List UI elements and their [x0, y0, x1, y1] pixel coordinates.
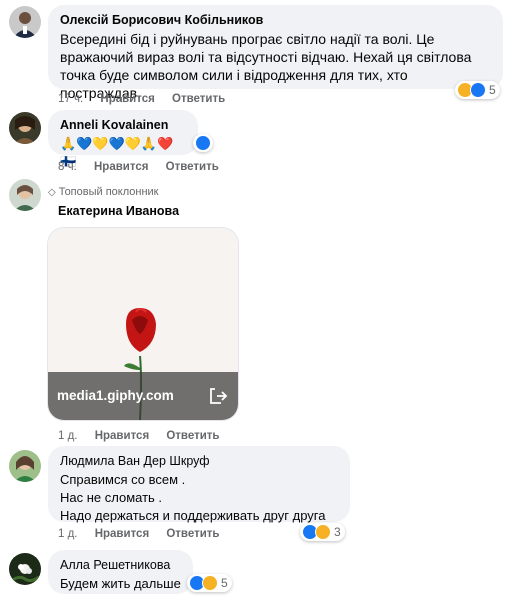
like-button[interactable]: Нравится	[95, 527, 149, 541]
reply-button[interactable]: Ответить	[166, 429, 219, 443]
like-button[interactable]: Нравится	[94, 160, 148, 174]
comment-bubble: Алла Решетникова Будем жить дальше	[48, 550, 193, 594]
like-button[interactable]: Нравится	[100, 92, 154, 106]
diamond-icon: ◇	[48, 187, 56, 198]
comment-time[interactable]: 1 д.	[58, 527, 78, 541]
like-reaction-icon	[195, 135, 211, 151]
care-reaction-icon	[202, 575, 218, 591]
reaction-summary[interactable]: 5	[187, 574, 232, 592]
comment-author[interactable]: Олексій Борисович Кобільников	[60, 12, 491, 28]
comment-actions: 17 ч. Нравится Ответить	[58, 92, 239, 106]
reaction-count: 3	[334, 525, 341, 539]
reaction-summary[interactable]: 3	[300, 523, 345, 541]
comment-text-line: Всередині бід і руйнувань програє світло…	[60, 31, 435, 47]
reaction-count: 5	[221, 576, 228, 590]
comment-bubble: Anneli Kovalainen 🙏💙💛💙💛🙏❤️🇫🇮	[48, 110, 198, 169]
reply-button[interactable]: Ответить	[172, 92, 225, 106]
comment-actions: 1 д. Нравится Ответить	[58, 527, 234, 541]
comment-time[interactable]: 17 ч.	[58, 92, 83, 106]
comment-text-line: вражаючий вираз волі та відсутності відч…	[60, 49, 472, 65]
comment-text-line: Нас не сломать .	[60, 490, 163, 505]
reaction-count: 5	[489, 83, 496, 97]
external-link-icon[interactable]	[206, 384, 230, 408]
reply-button[interactable]: Ответить	[166, 527, 219, 541]
gif-link-bar[interactable]: media1.giphy.com	[48, 372, 238, 420]
avatar[interactable]	[9, 6, 41, 38]
top-fan-badge: ◇ Топовый поклонник	[48, 186, 158, 198]
reaction-summary[interactable]: 5	[455, 81, 500, 99]
comment-time[interactable]: 8 ч.	[58, 160, 77, 174]
comment-author[interactable]: Алла Решетникова	[60, 557, 181, 573]
care-reaction-icon	[315, 524, 331, 540]
avatar[interactable]	[9, 553, 41, 585]
comment-bubble: Людмила Ван Дер Шкруф Справимся со всем …	[48, 446, 350, 523]
comment-text: Будем жить дальше	[60, 576, 181, 591]
gif-domain: media1.giphy.com	[57, 388, 174, 403]
gif-attachment[interactable]: media1.giphy.com	[48, 228, 238, 420]
comment-author[interactable]: Екатерина Иванова	[58, 203, 179, 219]
avatar[interactable]	[9, 179, 41, 211]
comment-author[interactable]: Людмила Ван Дер Шкруф	[60, 453, 338, 469]
comment-time[interactable]: 1 д.	[58, 429, 78, 443]
avatar[interactable]	[9, 450, 41, 482]
reply-button[interactable]: Ответить	[166, 160, 219, 174]
reaction-summary[interactable]	[193, 134, 213, 152]
comment-actions: 1 д. Нравится Ответить	[58, 429, 234, 443]
avatar[interactable]	[9, 112, 41, 144]
comment-actions: 8 ч. Нравится Ответить	[58, 160, 233, 174]
like-button[interactable]: Нравится	[95, 429, 149, 443]
comment-author[interactable]: Anneli Kovalainen	[60, 117, 186, 133]
comment-bubble: Олексій Борисович Кобільников Всередині …	[48, 5, 503, 101]
badge-label: Топовый поклонник	[58, 186, 159, 198]
like-reaction-icon	[470, 82, 486, 98]
comment-text-line: Справимся со всем .	[60, 472, 186, 487]
comment-text-line: Надо держаться и поддерживать друг друга	[60, 508, 326, 523]
